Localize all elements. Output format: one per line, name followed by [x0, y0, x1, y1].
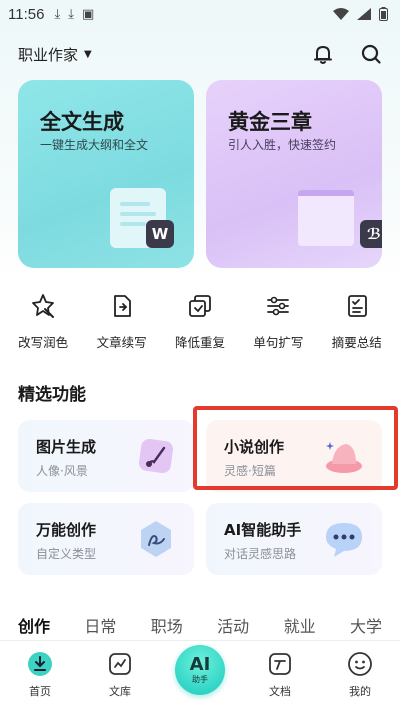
document-pen-icon: [269, 653, 291, 675]
reduce-duplicate-icon: [189, 295, 211, 317]
feature-image-generate[interactable]: 图片生成 人像·风景: [18, 420, 194, 492]
app-notification-icon: ▣: [81, 6, 95, 22]
category-tabs: 创作 日常 职场 活动 就业 大学: [0, 610, 400, 640]
word-badge-icon: W: [146, 220, 174, 248]
nav-label: 首页: [29, 685, 51, 698]
feature-title: AI智能助手: [224, 521, 302, 539]
nav-library[interactable]: 文库: [90, 651, 150, 710]
card-subtitle: 一键生成大纲和全文: [40, 138, 149, 152]
nav-label: 我的: [349, 685, 371, 698]
download-icon: ⤓: [68, 6, 74, 22]
bell-icon[interactable]: [312, 43, 334, 65]
signal-icon: [357, 8, 371, 20]
status-bar: 11:56 ⤓ ⤓ ▣: [0, 0, 400, 28]
hexagon-pen-icon: [141, 521, 171, 557]
home-download-icon: [28, 652, 52, 676]
bottom-navigation: 首页 文库 AI 助手 文档 我的: [0, 640, 400, 710]
search-icon[interactable]: [360, 43, 382, 65]
image-brush-icon: [138, 438, 174, 474]
continue-writing-icon: [113, 295, 131, 317]
nav-docs[interactable]: 文档: [250, 651, 310, 710]
tab-employment[interactable]: 就业: [284, 613, 316, 637]
role-selector[interactable]: 职业作家 ▼: [18, 44, 92, 65]
tab-creation[interactable]: 创作: [18, 613, 50, 637]
chat-bubble-icon: [326, 523, 362, 557]
feature-title: 万能创作: [36, 521, 97, 539]
feature-title: 图片生成: [36, 438, 97, 456]
tool-summary[interactable]: 摘要总结: [319, 292, 395, 352]
pen-badge-icon: ℬ: [360, 220, 382, 248]
tool-rewrite-polish[interactable]: 改写润色: [5, 292, 81, 352]
tab-daily[interactable]: 日常: [84, 613, 116, 637]
wifi-icon: [333, 8, 349, 20]
feature-subtitle: 自定义类型: [36, 547, 97, 561]
nav-mine[interactable]: 我的: [330, 651, 390, 710]
tool-reduce-duplicate[interactable]: 降低重复: [162, 292, 238, 352]
feature-subtitle: 对话灵感思路: [224, 547, 297, 561]
nav-label: 文档: [269, 685, 291, 698]
ai-button-subtext: 助手: [192, 674, 208, 684]
nav-ai-assistant[interactable]: AI 助手: [170, 645, 230, 710]
nav-label: 文库: [109, 685, 131, 698]
section-title: 精选功能: [18, 385, 86, 405]
download-icon: ⤓: [54, 6, 61, 22]
card-title: 黄金三章: [228, 110, 312, 134]
tool-label: 降低重复: [174, 335, 225, 350]
feature-subtitle: 人像·风景: [36, 464, 88, 478]
caret-down-icon: ▼: [84, 48, 92, 60]
ai-button-text: AI: [189, 653, 211, 675]
feature-universal-creation[interactable]: 万能创作 自定义类型: [18, 503, 194, 575]
tool-expand-sentence[interactable]: 单句扩写: [240, 292, 316, 352]
nav-home[interactable]: 首页: [10, 651, 70, 710]
battery-icon: [379, 7, 388, 21]
feature-ai-assistant[interactable]: AI智能助手 对话灵感思路: [206, 503, 382, 575]
library-chart-icon: [109, 653, 131, 675]
tab-activity[interactable]: 活动: [217, 613, 249, 637]
summary-icon: [347, 295, 367, 317]
card-subtitle: 引人入胜，快速签约: [228, 138, 337, 152]
full-text-generate-card[interactable]: 全文生成 一键生成大纲和全文 W: [18, 80, 194, 268]
highlight-box: [193, 406, 398, 490]
magic-wand-icon: [32, 294, 55, 318]
scroll-document-icon: [298, 190, 354, 246]
card-title: 全文生成: [40, 110, 124, 134]
ai-assistant-button[interactable]: AI 助手: [175, 645, 225, 695]
status-time: 11:56: [8, 5, 45, 23]
tools-row: 改写润色 文章续写 降低重复 单句扩写 摘要总结: [0, 292, 400, 352]
tool-label: 单句扩写: [253, 335, 304, 350]
tool-label: 改写润色: [18, 335, 69, 350]
role-label: 职业作家: [18, 45, 79, 64]
expand-sentence-icon: [267, 296, 290, 316]
tool-label: 文章续写: [96, 335, 147, 350]
tab-workplace[interactable]: 职场: [151, 613, 183, 637]
top-header: 职业作家 ▼: [0, 38, 400, 70]
profile-face-icon: [348, 652, 372, 676]
tool-continue-writing[interactable]: 文章续写: [84, 292, 160, 352]
tab-university[interactable]: 大学: [350, 613, 382, 637]
golden-three-chapters-card[interactable]: 黄金三章 引人入胜，快速签约 ℬ: [206, 80, 382, 268]
tool-label: 摘要总结: [331, 335, 382, 350]
